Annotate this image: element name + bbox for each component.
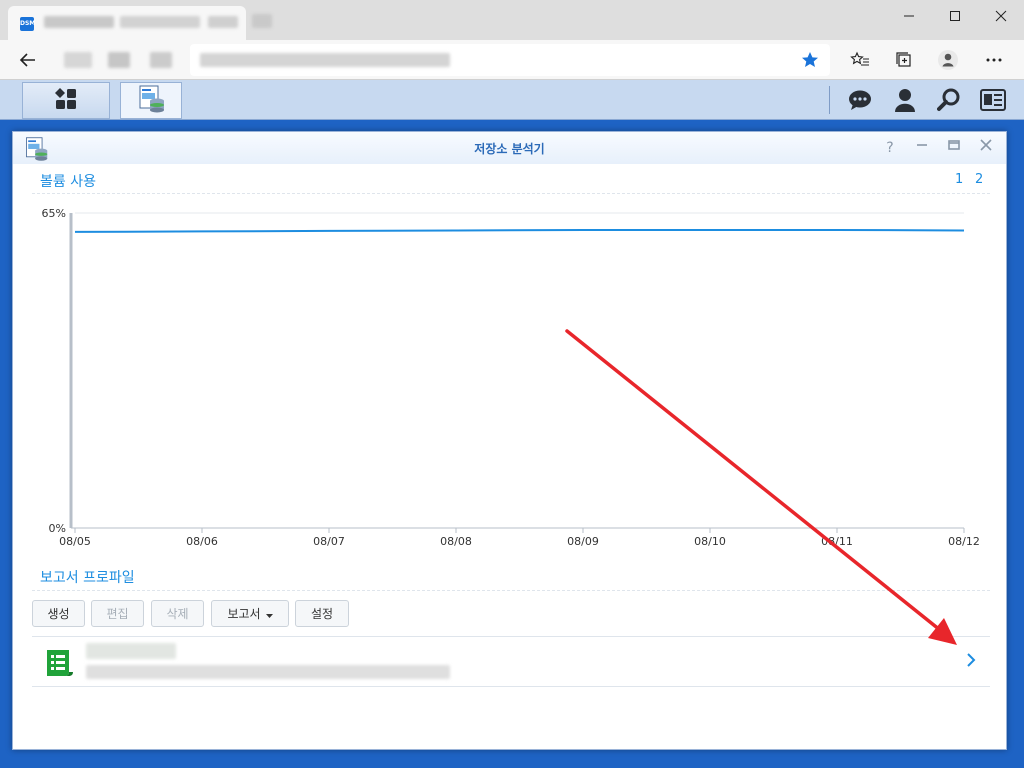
window-titlebar[interactable]: 저장소 분석기 ? xyxy=(13,132,1006,164)
y-tick-label: 0% xyxy=(49,522,66,535)
volume-usage-line xyxy=(74,228,965,233)
tab-title-redacted xyxy=(120,16,200,28)
delete-button[interactable]: 삭제 xyxy=(151,600,204,627)
profile-icon[interactable] xyxy=(930,40,966,80)
redacted-toolbar-item xyxy=(64,52,92,68)
window-close-button[interactable] xyxy=(978,0,1024,32)
section-divider xyxy=(32,193,990,194)
profile-name-redacted xyxy=(86,643,176,659)
report-profile-icon xyxy=(43,646,75,682)
taskbar-divider xyxy=(829,86,830,114)
report-profile-title: 보고서 프로파일 xyxy=(40,570,135,586)
favorites-list-icon[interactable] xyxy=(842,40,878,80)
address-field[interactable] xyxy=(190,44,830,76)
x-tick-label: 08/12 xyxy=(948,535,980,548)
new-tab-button[interactable] xyxy=(252,14,272,28)
profile-description-redacted xyxy=(86,665,450,679)
y-tick-label: 65% xyxy=(42,207,66,220)
x-tick-label: 08/07 xyxy=(313,535,345,548)
x-tick-label: 08/06 xyxy=(186,535,218,548)
page-1-link[interactable]: 1 xyxy=(955,172,963,187)
chevron-right-icon[interactable] xyxy=(966,651,976,672)
window-minimize-button[interactable] xyxy=(886,0,932,32)
redacted-toolbar-item xyxy=(108,52,130,68)
storage-analyzer-icon xyxy=(136,84,166,118)
redacted-toolbar-item xyxy=(150,52,172,68)
report-profile-row[interactable] xyxy=(32,636,990,687)
window-maximize-button[interactable] xyxy=(932,0,978,32)
browser-toolbar xyxy=(0,40,1024,80)
storage-analyzer-window: 저장소 분석기 ? 볼륨 사용 1 2 65% 0% 08/05 08/06 08/07… xyxy=(12,131,1007,750)
browser-tab[interactable]: DSM xyxy=(8,6,246,40)
close-window-button[interactable] xyxy=(976,138,996,158)
section-divider xyxy=(32,590,990,591)
star-icon[interactable] xyxy=(800,50,822,72)
x-tick-label: 08/11 xyxy=(821,535,853,548)
x-tick-label: 08/08 xyxy=(440,535,472,548)
x-tick-label: 08/10 xyxy=(694,535,726,548)
user-icon[interactable] xyxy=(886,80,924,120)
settings-button[interactable]: 설정 xyxy=(295,600,349,627)
tab-title-redacted xyxy=(44,16,114,28)
report-dropdown-button[interactable]: 보고서 xyxy=(211,600,289,627)
collections-icon[interactable] xyxy=(886,40,922,80)
tab-close-redacted[interactable] xyxy=(208,16,238,28)
caret-down-icon xyxy=(265,607,273,621)
chat-icon[interactable] xyxy=(841,80,879,120)
volume-usage-title: 볼륨 사용 xyxy=(40,174,96,190)
page-2-link[interactable]: 2 xyxy=(975,172,983,187)
x-tick-label: 08/05 xyxy=(59,535,91,548)
edit-button[interactable]: 편집 xyxy=(91,600,144,627)
volume-usage-chart: 65% 0%08/05 08/06 08/07 08/08 08/09 08/10 08/11… xyxy=(42,207,980,548)
widgets-icon[interactable] xyxy=(974,80,1012,120)
main-menu-icon xyxy=(54,87,78,115)
create-button[interactable]: 생성 xyxy=(32,600,85,627)
more-icon[interactable] xyxy=(976,40,1012,80)
x-tick-label: 08/09 xyxy=(567,535,599,548)
browser-tab-strip: DSM xyxy=(0,0,1024,40)
help-button[interactable]: ? xyxy=(880,138,900,158)
dsm-taskbar xyxy=(0,80,1024,120)
minimize-window-button[interactable] xyxy=(912,138,932,158)
url-text-redacted xyxy=(200,53,450,67)
report-dropdown-label: 보고서 xyxy=(227,607,261,621)
search-icon[interactable] xyxy=(930,80,968,120)
window-title: 저장소 분석기 xyxy=(474,142,545,156)
dsm-favicon-icon: DSM xyxy=(20,17,35,31)
arrow-left-icon[interactable] xyxy=(10,40,46,80)
main-menu-button[interactable] xyxy=(22,82,110,119)
taskbar-storage-analyzer[interactable] xyxy=(120,82,182,119)
maximize-window-button[interactable] xyxy=(944,138,964,158)
